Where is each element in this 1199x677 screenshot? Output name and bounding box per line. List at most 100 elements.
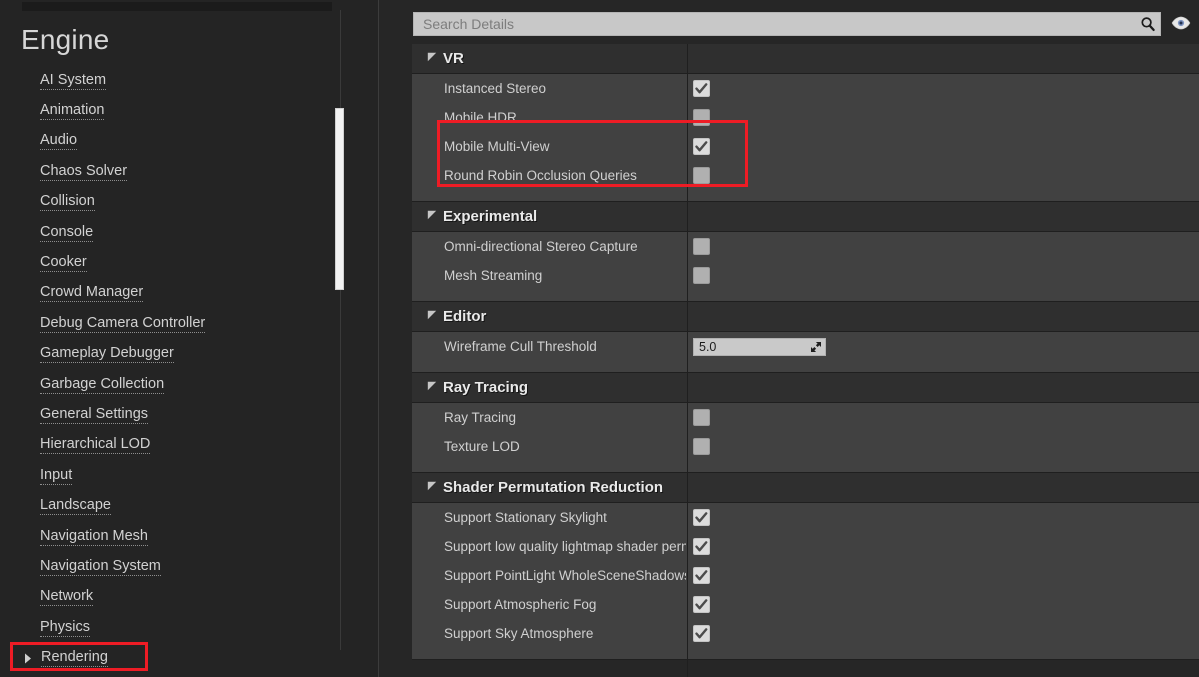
search-input[interactable]: Search Details [413,12,1161,36]
property-value [693,619,710,648]
sidebar-item-label: Chaos Solver [40,162,128,181]
number-input-wireframe-cull-threshold[interactable]: 5.0 [693,337,826,356]
property-label: Round Robin Occlusion Queries [444,168,637,183]
magnifier-icon[interactable] [1136,13,1160,35]
property-value [693,74,710,103]
sidebar-item-label: Navigation System [40,557,161,576]
section-header-shader-permutation-reduction[interactable]: Shader Permutation Reduction [412,473,1199,503]
sidebar-item-label: Collision [40,193,95,212]
property-row: Support low quality lightmap shader perm… [412,532,1199,561]
sidebar-item-audio[interactable]: Audio [0,127,378,157]
expander-triangle-icon[interactable] [426,481,439,494]
property-value [693,261,710,290]
sidebar-item-label: Physics [40,618,90,637]
section-header-experimental[interactable]: Experimental [412,202,1199,232]
sidebar-item-gameplay-debugger[interactable]: Gameplay Debugger [0,340,378,370]
property-value [693,103,710,132]
sidebar-item-cooker[interactable]: Cooker [0,248,378,278]
section-body: Omni-directional Stereo Capture Mesh Stre… [412,232,1199,301]
sidebar-item-animation[interactable]: Animation [0,96,378,126]
expander-triangle-icon[interactable] [426,52,439,65]
expander-triangle-icon[interactable] [426,381,439,394]
sidebar-item-general-settings[interactable]: General Settings [0,400,378,430]
property-row: Wireframe Cull Threshold 5.0 [412,332,1199,361]
sidebar-item-hierarchical-lod[interactable]: Hierarchical LOD [0,431,378,461]
property-row: Round Robin Occlusion Queries [412,161,1199,190]
checkbox-instanced-stereo[interactable] [693,80,710,97]
sidebar-item-label: Landscape [40,497,111,516]
property-list: VR Instanced Stereo Mobile HDR Mobile Multi… [412,44,1199,677]
checkbox-texture-lod[interactable] [693,438,710,455]
sidebar-scrollbar-thumb[interactable] [335,108,344,290]
section-header-editor[interactable]: Editor [412,302,1199,332]
property-value [693,503,710,532]
search-placeholder-text: Search Details [423,16,515,32]
sidebar-item-network[interactable]: Network [0,583,378,613]
section-header-vr[interactable]: VR [412,44,1199,74]
page-title: Engine [21,24,110,55]
sidebar-item-navigation-mesh[interactable]: Navigation Mesh [0,522,378,552]
drag-handle-icon[interactable] [810,341,822,353]
checkbox-ray-tracing[interactable] [693,409,710,426]
property-value [693,532,710,561]
property-label: Support Sky Atmosphere [444,626,594,641]
eye-icon[interactable] [1170,14,1192,32]
sidebar-item-label: Console [40,223,94,242]
property-row: Omni-directional Stereo Capture [412,232,1199,261]
unreal-project-settings-window: Engine AI System Animation Audio Chaos Solv… [0,0,1199,677]
property-section: Experimental Omni-directional Stereo Capt… [412,202,1199,302]
checkbox-support-low-quality-lightmap-shader-permutations[interactable] [693,538,710,555]
property-value [693,590,710,619]
checkbox-support-pointlight-wholesceneshadows[interactable] [693,567,710,584]
property-label: Mesh Streaming [444,268,543,283]
expander-triangle-icon[interactable] [426,310,439,323]
property-label: Mobile Multi-View [444,139,550,154]
sidebar-item-label: AI System [40,71,107,90]
sidebar-item-garbage-collection[interactable]: Garbage Collection [0,370,378,400]
section-body: Support Stationary Skylight Support low q… [412,503,1199,659]
section-separator [412,659,1199,660]
checkbox-support-sky-atmosphere[interactable] [693,625,710,642]
expander-triangle-icon[interactable] [426,210,439,223]
sidebar-item-ai-system[interactable]: AI System [0,66,378,96]
property-row: Ray Tracing [412,403,1199,432]
property-label: Support Atmospheric Fog [444,597,597,612]
checkbox-support-atmospheric-fog[interactable] [693,596,710,613]
sidebar-item-landscape[interactable]: Landscape [0,491,378,521]
sidebar-item-label: Network [40,588,94,607]
property-section: Ray Tracing Ray Tracing Texture LOD [412,373,1199,473]
sidebar-item-label: Crowd Manager [40,284,144,303]
sidebar-item-collision[interactable]: Collision [0,188,378,218]
property-column-divider[interactable] [687,44,688,677]
sidebar-item-input[interactable]: Input [0,461,378,491]
sidebar-scrollbar-track[interactable] [339,10,341,650]
checkbox-omni-directional-stereo-capture[interactable] [693,238,710,255]
checkbox-mobile-multi-view[interactable] [693,138,710,155]
section-title: Experimental [443,208,538,225]
sidebar-item-label: Gameplay Debugger [40,345,174,364]
property-sections: VR Instanced Stereo Mobile HDR Mobile Multi… [412,44,1199,660]
sidebar-item-label: Input [40,466,73,485]
chevron-right-icon[interactable] [24,653,38,664]
sidebar-item-chaos-solver[interactable]: Chaos Solver [0,157,378,187]
sidebar-item-crowd-manager[interactable]: Crowd Manager [0,279,378,309]
number-input-value: 5.0 [699,339,717,354]
sidebar-item-debug-camera-controller[interactable]: Debug Camera Controller [0,309,378,339]
checkbox-round-robin-occlusion-queries[interactable] [693,167,710,184]
property-label: Instanced Stereo [444,81,547,96]
property-row: Support PointLight WholeSceneShadows [412,561,1199,590]
property-label: Wireframe Cull Threshold [444,339,597,354]
property-row: Support Atmospheric Fog [412,590,1199,619]
checkbox-mobile-hdr[interactable] [693,109,710,126]
property-label: Mobile HDR [444,110,517,125]
section-header-ray-tracing[interactable]: Ray Tracing [412,373,1199,403]
sidebar-item-console[interactable]: Console [0,218,378,248]
property-value [693,161,710,190]
sidebar-item-rendering[interactable]: Rendering [0,642,378,673]
checkbox-support-stationary-skylight[interactable] [693,509,710,526]
property-label: Support Stationary Skylight [444,510,607,525]
sidebar-item-navigation-system[interactable]: Navigation System [0,552,378,582]
sidebar-item-physics[interactable]: Physics [0,613,378,643]
property-row: Instanced Stereo [412,74,1199,103]
checkbox-mesh-streaming[interactable] [693,267,710,284]
